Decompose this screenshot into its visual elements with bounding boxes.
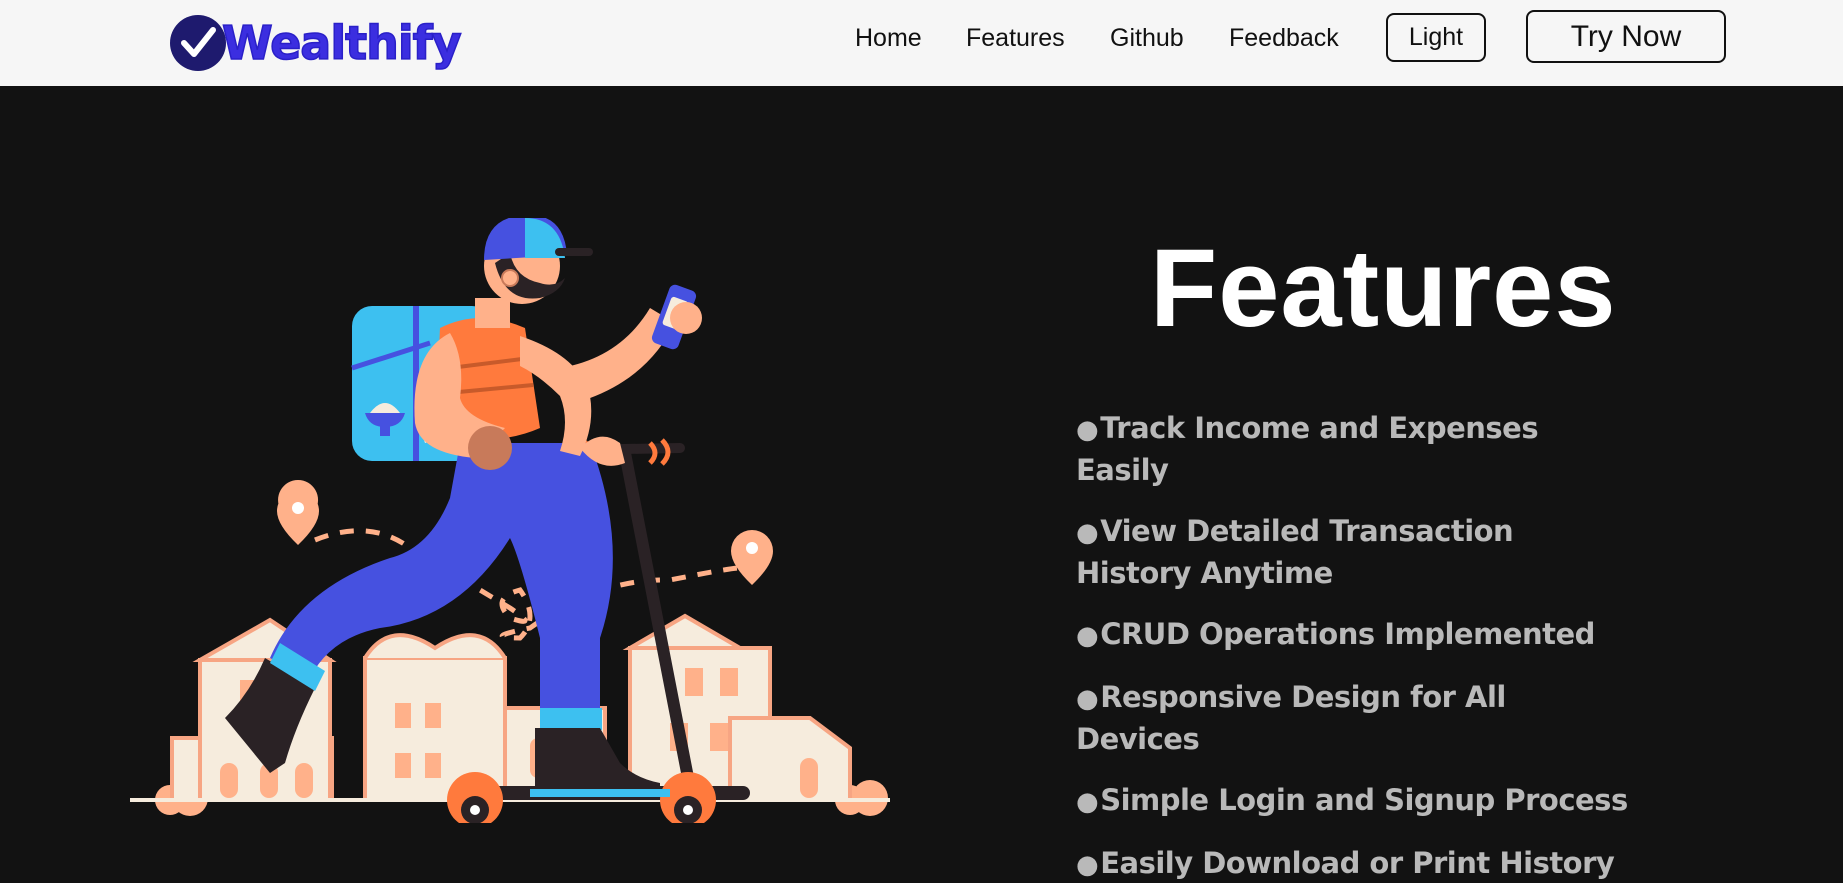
try-now-button[interactable]: Try Now <box>1526 10 1726 63</box>
theme-toggle-button[interactable]: Light <box>1386 13 1486 62</box>
hero-illustration <box>130 215 890 828</box>
feature-text: Easily Download or Print History <box>1100 846 1615 880</box>
bullet-icon: ● <box>1076 787 1099 817</box>
features-title: Features <box>1150 227 1617 350</box>
feature-text: CRUD Operations Implemented <box>1100 617 1595 651</box>
nav-link-home[interactable]: Home <box>855 24 922 53</box>
bullet-icon: ● <box>1076 518 1099 548</box>
feature-text: Track Income and Expenses Easily <box>1076 411 1539 487</box>
feature-item: ●Simple Login and Signup Process <box>1076 780 1636 822</box>
nav-link-github[interactable]: Github <box>1110 24 1184 53</box>
bullet-icon: ● <box>1076 850 1099 880</box>
delivery-scooter-illustration <box>130 215 890 828</box>
feature-item: ●View Detailed Transaction History Anyti… <box>1076 511 1636 593</box>
feature-item: ●Easily Download or Print History <box>1076 843 1636 883</box>
bullet-icon: ● <box>1076 621 1099 651</box>
nav-link-feedback[interactable]: Feedback <box>1229 24 1339 53</box>
nav-link-features[interactable]: Features <box>966 24 1065 53</box>
feature-item: ●CRUD Operations Implemented <box>1076 614 1636 656</box>
feature-item: ●Responsive Design for All Devices <box>1076 677 1636 759</box>
feature-text: Responsive Design for All Devices <box>1076 680 1506 756</box>
bullet-icon: ● <box>1076 684 1099 714</box>
navbar: Wealthify Home Features Github Feedback … <box>0 0 1843 86</box>
bullet-icon: ● <box>1076 415 1099 445</box>
feature-list: ●Track Income and Expenses Easily ●View … <box>1076 408 1636 883</box>
feature-item: ●Track Income and Expenses Easily <box>1076 408 1636 490</box>
feature-text: View Detailed Transaction History Anytim… <box>1076 514 1514 590</box>
feature-text: Simple Login and Signup Process <box>1100 783 1628 817</box>
